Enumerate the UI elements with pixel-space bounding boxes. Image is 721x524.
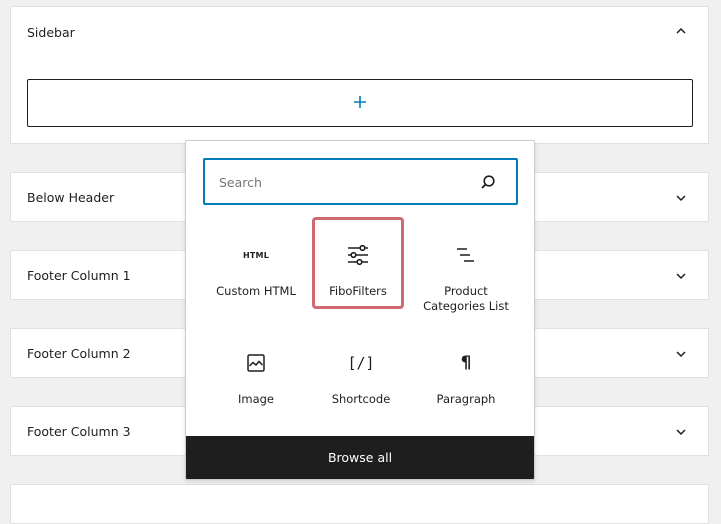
block-label: Product Categories List bbox=[423, 284, 509, 313]
panel-title-footer-column-3: Footer Column 3 bbox=[27, 424, 131, 439]
chevron-down-icon[interactable] bbox=[674, 425, 688, 439]
block-paragraph[interactable]: ¶ Paragraph bbox=[420, 325, 512, 417]
block-fibofilters[interactable]: FiboFilters bbox=[312, 217, 404, 309]
panel-title-below-header: Below Header bbox=[27, 190, 115, 205]
widget-area-partial bbox=[10, 484, 709, 524]
block-product-categories-list[interactable]: Product Categories List bbox=[420, 217, 512, 313]
plus-icon bbox=[353, 94, 367, 113]
chevron-down-icon[interactable] bbox=[674, 269, 688, 283]
chevron-down-icon[interactable] bbox=[674, 347, 688, 361]
chevron-down-icon[interactable] bbox=[674, 191, 688, 205]
search-icon[interactable] bbox=[480, 174, 496, 190]
html-icon: HTML bbox=[242, 250, 269, 260]
block-inserter-popover: HTML Custom HTML FiboFilters Product Cat… bbox=[185, 140, 535, 480]
block-shortcode[interactable]: [/] Shortcode bbox=[315, 325, 407, 417]
paragraph-icon: ¶ bbox=[460, 353, 472, 373]
chevron-up-icon[interactable] bbox=[674, 24, 688, 38]
image-icon bbox=[210, 351, 302, 375]
shortcode-icon: [/] bbox=[347, 354, 375, 372]
panel-title-footer-column-2: Footer Column 2 bbox=[27, 346, 131, 361]
browse-all-button[interactable]: Browse all bbox=[186, 436, 534, 479]
list-icon bbox=[420, 243, 512, 267]
add-block-button[interactable] bbox=[27, 79, 693, 127]
block-label: Custom HTML bbox=[216, 284, 296, 298]
block-search bbox=[203, 158, 518, 205]
sliders-icon bbox=[315, 243, 401, 267]
panel-title-sidebar[interactable]: Sidebar bbox=[27, 25, 75, 40]
block-custom-html[interactable]: HTML Custom HTML bbox=[210, 217, 302, 309]
block-label: Shortcode bbox=[331, 392, 391, 406]
block-label: Image bbox=[237, 392, 275, 406]
block-image[interactable]: Image bbox=[210, 325, 302, 417]
block-label: Paragraph bbox=[436, 392, 496, 406]
block-label: FiboFilters bbox=[329, 284, 387, 298]
panel-title-footer-column-1: Footer Column 1 bbox=[27, 268, 131, 283]
block-search-input[interactable] bbox=[217, 160, 471, 205]
widget-area-sidebar: Sidebar bbox=[10, 6, 709, 144]
